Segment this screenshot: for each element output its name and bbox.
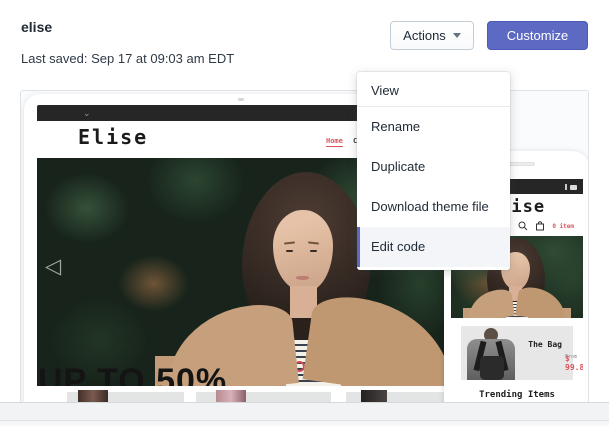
model-coat-lapel [465, 288, 514, 318]
cart-bag-icon [535, 221, 545, 231]
page-footer-strip [0, 402, 609, 426]
theme-logo: Elise [78, 125, 148, 149]
price-value: $ 99.8 [565, 354, 583, 372]
tablet-camera-dot [238, 98, 244, 101]
chrome-caret-icon: ⌄ [83, 106, 91, 120]
model-eye [310, 250, 317, 252]
themes-page: elise Last saved: Sep 17 at 09:03 am EDT… [0, 0, 609, 426]
last-saved-text: Last saved: Sep 17 at 09:03 am EDT [21, 51, 234, 66]
product-thumbnail-image [361, 390, 387, 402]
mobile-header-icons: 0 item [518, 221, 574, 231]
customize-button[interactable]: Customize [487, 21, 588, 50]
cart-count-text: 0 item [552, 223, 574, 230]
theme-nav-home: Home [326, 137, 343, 147]
chevron-down-icon [453, 33, 461, 38]
carousel-prev-icon[interactable]: ◁ [45, 256, 61, 277]
battery-icon [570, 185, 577, 190]
menu-item-edit-code[interactable]: Edit code [357, 227, 510, 267]
hero-promo-text: UP TO 50% [38, 362, 227, 386]
footer-lower-band [0, 421, 609, 426]
model-eye [286, 250, 293, 252]
actions-button-label: Actions [403, 28, 446, 43]
signal-icon [565, 184, 567, 190]
menu-item-duplicate[interactable]: Duplicate [357, 147, 510, 187]
product-thumbnail-image [78, 390, 108, 402]
menu-item-view[interactable]: View [357, 75, 510, 106]
model-coat-lapel [303, 292, 453, 386]
trending-items-heading: Trending Items [451, 390, 583, 400]
menu-item-rename[interactable]: Rename [357, 107, 510, 147]
menu-item-download-theme-file[interactable]: Download theme file [357, 187, 510, 227]
page-title: elise [21, 19, 52, 35]
actions-menu: View Rename Duplicate Download theme fil… [357, 72, 510, 270]
model-coat-lapel [515, 286, 569, 318]
actions-button[interactable]: Actions [390, 21, 474, 50]
footer-divider-line [0, 420, 609, 421]
search-icon [518, 221, 528, 231]
featured-product-card: The Bag From $ 99.8 [461, 326, 573, 380]
backpack [480, 356, 504, 380]
model-lips [296, 276, 309, 280]
product-thumbnail-image [216, 390, 246, 402]
product-name: The Bag [528, 340, 562, 349]
